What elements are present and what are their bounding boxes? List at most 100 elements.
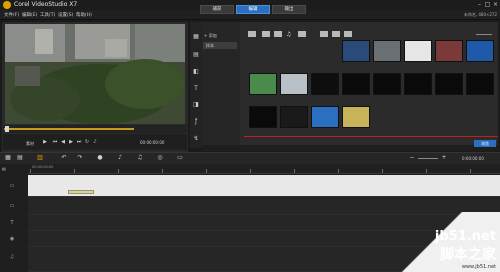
next-icon[interactable]: ▶: [68, 139, 74, 145]
menu-settings[interactable]: 设置(S): [58, 12, 73, 18]
minimize-icon[interactable]: –: [476, 1, 483, 8]
ruler-tick: [118, 169, 119, 173]
home-icon[interactable]: ⏮: [52, 139, 58, 145]
folder-samples[interactable]: 样本: [203, 42, 237, 49]
library-thumbnail[interactable]: [280, 106, 308, 128]
show-video-icon[interactable]: [262, 31, 270, 37]
project-info: 未命名, 480×272: [463, 12, 497, 17]
library-thumbnail[interactable]: [435, 40, 463, 62]
view-thumb-icon[interactable]: [332, 31, 340, 37]
ruler-tick-label: 00:00:00:00: [32, 165, 54, 169]
filter-icon[interactable]: ƒ: [192, 118, 200, 126]
video-preview: [5, 24, 185, 124]
library-thumbnail[interactable]: [342, 73, 370, 95]
library-thumbnail[interactable]: [311, 106, 339, 128]
library-thumbnail[interactable]: [249, 106, 277, 128]
menu-edit[interactable]: 编辑(E): [22, 12, 37, 18]
title-icon[interactable]: T: [192, 85, 200, 93]
video-track[interactable]: [28, 175, 500, 197]
zoom-out-icon[interactable]: −: [408, 154, 416, 162]
tab-share[interactable]: 输出: [272, 5, 306, 14]
mode-label[interactable]: 素材: [26, 141, 34, 147]
play-icon[interactable]: ▶: [42, 139, 48, 145]
watermark: jb51.net 脚本之家 www.jb51.net: [435, 229, 496, 270]
add-folder-button[interactable]: + 添加: [204, 33, 217, 39]
library-thumbnail[interactable]: [466, 40, 494, 62]
library-thumbnail[interactable]: [342, 106, 370, 128]
scrub-handle[interactable]: [5, 126, 10, 132]
prev-icon[interactable]: ◀: [60, 139, 66, 145]
subtitle-icon[interactable]: ▭: [176, 154, 184, 162]
preview-frame-image: [5, 24, 185, 124]
tab-capture[interactable]: 捕获: [200, 5, 234, 14]
scrub-track[interactable]: [4, 128, 134, 130]
title-track-icon: T: [10, 220, 14, 226]
browse-button[interactable]: 浏览: [474, 140, 496, 147]
menu-tools[interactable]: 工具(T): [40, 12, 55, 18]
menu-help[interactable]: 帮助(H): [76, 12, 92, 18]
library-thumbnail[interactable]: [404, 40, 432, 62]
voice-track-icon: ◉: [9, 236, 15, 242]
zoom-slider[interactable]: [418, 158, 438, 159]
repeat-icon[interactable]: ↻: [84, 139, 90, 145]
transition-icon[interactable]: ◧: [192, 68, 200, 76]
folder-icon[interactable]: [248, 31, 256, 37]
sort-icon[interactable]: [298, 31, 306, 37]
timecode-display[interactable]: 00:00:00:00: [140, 140, 164, 145]
audio-mixer-icon[interactable]: ♪: [116, 154, 124, 162]
auto-music-icon[interactable]: ♫: [136, 154, 144, 162]
library-thumbnail[interactable]: [373, 73, 401, 95]
path-icon[interactable]: ↯: [192, 135, 200, 143]
ruler-tick: [382, 169, 383, 173]
library-thumbnail[interactable]: [311, 73, 339, 95]
tab-edit[interactable]: 编辑: [236, 5, 270, 14]
redo-icon[interactable]: ↷: [76, 154, 84, 162]
library-thumbnail[interactable]: [373, 40, 401, 62]
library-thumbnail[interactable]: [435, 73, 463, 95]
folder-toolbar-icon[interactable]: ▥: [36, 154, 44, 162]
watermark-url: www.jb51.net: [461, 264, 496, 270]
view-list-icon[interactable]: [320, 31, 328, 37]
app-title: Corel VideoStudio X7: [14, 1, 78, 8]
music-track-icon: ♫: [9, 254, 15, 260]
timeline-view-icon[interactable]: ▤: [16, 154, 24, 162]
show-audio-icon[interactable]: ♫: [286, 31, 294, 38]
library-thumbnail[interactable]: [466, 73, 494, 95]
storyboard-view-icon[interactable]: ▦: [4, 154, 12, 162]
motion-track-icon[interactable]: ◎: [156, 154, 164, 162]
timeline-duration: 0:00:00:00: [462, 156, 484, 161]
watermark-cn: 脚本之家: [440, 247, 496, 263]
ruler-tick: [206, 169, 207, 173]
ruler-tick: [426, 169, 427, 173]
library-thumbnail[interactable]: [280, 73, 308, 95]
maximize-icon[interactable]: □: [484, 1, 491, 8]
show-photo-icon[interactable]: [274, 31, 282, 37]
add-label: 添加: [208, 33, 217, 38]
end-icon[interactable]: ⏭: [76, 139, 82, 145]
ruler-tick: [470, 169, 471, 173]
library-thumbnail[interactable]: [342, 40, 370, 62]
zoom-in-icon[interactable]: +: [440, 154, 448, 162]
clip-marker[interactable]: [68, 190, 94, 194]
volume-icon[interactable]: ♪: [92, 139, 98, 145]
undo-icon[interactable]: ↶: [60, 154, 68, 162]
media-icon[interactable]: ▦: [192, 33, 200, 41]
timeline-ruler[interactable]: [28, 164, 500, 174]
library-thumbnail[interactable]: [249, 73, 277, 95]
instant-project-icon[interactable]: ▤: [192, 51, 200, 59]
ruler-tick: [294, 169, 295, 173]
library-thumbnail[interactable]: [404, 73, 432, 95]
watermark-site: jb51.net: [434, 229, 496, 244]
overlay-track-icon: ▭: [9, 203, 15, 209]
library-footer: [202, 145, 498, 151]
timeline-preview-marker: [244, 136, 498, 137]
graphic-icon[interactable]: ◨: [192, 101, 200, 109]
sort-order-icon[interactable]: [344, 31, 352, 37]
app-logo-icon: [3, 1, 11, 9]
thumbnail-size-slider[interactable]: [476, 34, 492, 35]
ruler-tick: [30, 169, 31, 173]
menu-file[interactable]: 文件(F): [4, 12, 19, 18]
close-icon[interactable]: ×: [492, 1, 499, 8]
ruler-tick: [162, 169, 163, 173]
record-icon[interactable]: ●: [96, 154, 104, 162]
